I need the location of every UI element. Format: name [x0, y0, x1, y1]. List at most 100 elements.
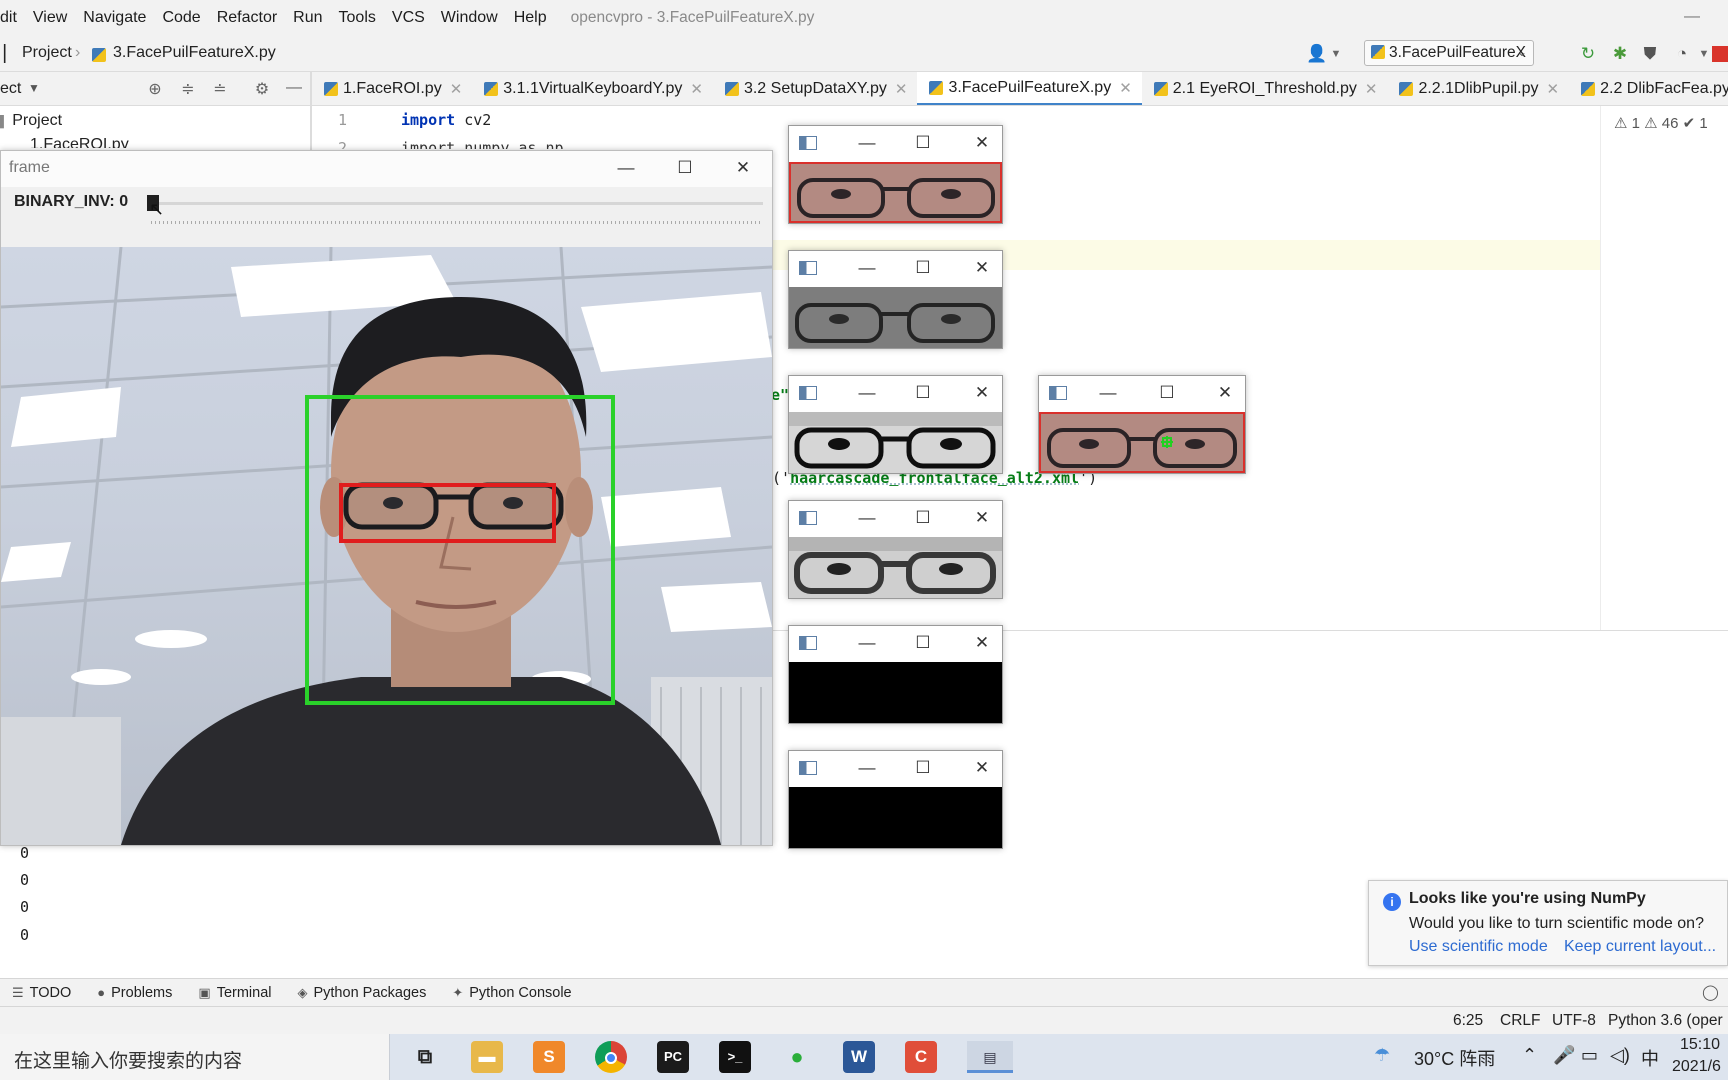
eye-window-morph[interactable]: — ☐ ✕ — [788, 750, 1003, 849]
maximize-icon[interactable]: ☐ — [912, 258, 934, 278]
frame-window[interactable]: frame — ☐ ✕ BINARY_INV: 0 ↖ — [0, 150, 773, 846]
eye-window-color[interactable]: — ☐ ✕ — [788, 125, 1003, 224]
volume-icon[interactable]: ◁) — [1610, 1045, 1630, 1066]
maximize-icon[interactable]: ☐ — [1156, 383, 1178, 403]
close-icon[interactable]: ✕ — [971, 758, 993, 778]
sublime-text-icon[interactable]: S — [533, 1041, 565, 1073]
tool-tab-python-console[interactable]: ✦ Python Console — [452, 985, 571, 1001]
pupil-window[interactable]: — ☐ ✕ — [1038, 375, 1246, 474]
close-icon[interactable]: ✕ — [690, 80, 703, 98]
locate-icon[interactable]: ⊕ — [145, 79, 165, 99]
maximize-icon[interactable]: ☐ — [912, 133, 934, 153]
menu-help[interactable]: Help — [514, 9, 547, 27]
minimize-icon[interactable]: — — [856, 383, 878, 403]
line-separator[interactable]: CRLF — [1500, 1012, 1540, 1030]
menu-run[interactable]: Run — [293, 9, 322, 27]
opencv-window-icon[interactable]: ▤ — [967, 1041, 1013, 1073]
word-icon[interactable]: W — [843, 1041, 875, 1073]
eye-window-titlebar[interactable]: — ☐ ✕ — [789, 126, 1002, 162]
terminal-app-icon[interactable]: >_ — [719, 1041, 751, 1073]
maximize-icon[interactable]: ☐ — [912, 633, 934, 653]
tool-tab-terminal[interactable]: ▣ Terminal — [198, 985, 271, 1001]
project-tree-root[interactable]: ▌ Project — [0, 112, 62, 130]
coverage-icon[interactable]: ⛊ — [1640, 44, 1660, 64]
battery-icon[interactable]: ▭ — [1581, 1045, 1598, 1066]
menu-code[interactable]: Code — [162, 9, 200, 27]
tab-eyeroi-threshold[interactable]: 2.1 EyeROI_Threshold.py ✕ — [1142, 72, 1388, 105]
eye-window-titlebar[interactable]: — ☐ ✕ — [789, 501, 1002, 537]
menu-window[interactable]: Window — [441, 9, 498, 27]
project-panel-title[interactable]: ect — [0, 80, 21, 98]
tool-tab-problems[interactable]: ● Problems — [97, 985, 172, 1001]
close-icon[interactable]: ✕ — [450, 80, 463, 98]
tab-dlibpupil[interactable]: 2.2.1DlibPupil.py ✕ — [1387, 72, 1569, 105]
weather-text[interactable]: 30°C 阵雨 — [1414, 1045, 1495, 1071]
taskbar-search[interactable]: 在这里输入你要搜索的内容 — [0, 1034, 390, 1080]
run-config-select[interactable]: 3.FacePuilFeatureX ⌄ — [1364, 40, 1534, 66]
profile-icon[interactable]: ◔ — [1672, 44, 1692, 64]
clock-time[interactable]: 15:10 — [1680, 1036, 1720, 1054]
project-tree-item[interactable]: 1.FaceROI.py — [30, 136, 129, 148]
close-icon[interactable]: ✕ — [732, 158, 754, 178]
input-method-indicator[interactable]: 中 — [1641, 1045, 1659, 1071]
menu-edit[interactable]: dit — [0, 9, 17, 27]
maximize-icon[interactable]: ☐ — [912, 383, 934, 403]
event-log-icon[interactable]: ◯ — [1702, 983, 1719, 1001]
eye-window-titlebar[interactable]: — ☐ ✕ — [789, 376, 1002, 412]
breadcrumb-file[interactable]: 3.FacePuilFeatureX.py — [113, 44, 276, 62]
chevron-down-icon[interactable]: ▼ — [28, 81, 40, 95]
snip-tool-icon[interactable]: C — [905, 1041, 937, 1073]
maximize-icon[interactable]: ☐ — [912, 508, 934, 528]
menu-navigate[interactable]: Navigate — [83, 9, 146, 27]
tab-virtualkeyboard[interactable]: 3.1.1VirtualKeyboardY.py ✕ — [472, 72, 713, 105]
rerun-icon[interactable]: ↻ — [1578, 44, 1598, 64]
maximize-icon[interactable]: ☐ — [912, 758, 934, 778]
eye-window-titlebar[interactable]: — ☐ ✕ — [789, 626, 1002, 662]
caret-position[interactable]: 6:25 — [1453, 1012, 1483, 1030]
hide-panel-icon[interactable]: — — [284, 79, 304, 99]
eye-window-titlebar[interactable]: — ☐ ✕ — [1039, 376, 1245, 412]
minimize-icon[interactable]: — — [1097, 383, 1119, 403]
close-icon[interactable]: ✕ — [895, 80, 908, 98]
task-view-icon[interactable]: ⧉ — [409, 1041, 441, 1073]
eye-window-blurred[interactable]: — ☐ ✕ — [788, 500, 1003, 599]
code-line-2[interactable]: import numpy as np — [401, 139, 564, 149]
tray-expand-icon[interactable]: ⌃ — [1522, 1045, 1537, 1066]
minimize-icon[interactable]: — — [856, 758, 878, 778]
close-icon[interactable]: ✕ — [1119, 79, 1132, 97]
minimize-icon[interactable]: — — [615, 158, 637, 178]
eye-window-titlebar[interactable]: — ☐ ✕ — [789, 251, 1002, 287]
collapse-all-icon[interactable]: ≐ — [210, 79, 230, 99]
trackbar-groove[interactable] — [151, 202, 763, 205]
minimize-icon[interactable]: — — [856, 258, 878, 278]
frame-window-titlebar[interactable]: frame — ☐ ✕ — [1, 151, 772, 187]
breadcrumb-project[interactable]: Project — [22, 44, 72, 62]
eye-window-binary[interactable]: — ☐ ✕ — [788, 625, 1003, 724]
stop-icon[interactable] — [1712, 46, 1728, 62]
microphone-icon[interactable]: 🎤 — [1553, 1045, 1575, 1066]
menu-view[interactable]: View — [33, 9, 67, 27]
clock-date[interactable]: 2021/6 — [1672, 1058, 1721, 1076]
close-icon[interactable]: ✕ — [971, 258, 993, 278]
pycharm-icon[interactable]: PC — [657, 1041, 689, 1073]
chevron-down-icon[interactable]: ▼ — [1694, 44, 1714, 64]
minimize-icon[interactable]: — — [856, 633, 878, 653]
close-icon[interactable]: ✕ — [971, 633, 993, 653]
code-line-1[interactable]: import cv2 — [401, 111, 491, 129]
chrome-icon[interactable] — [595, 1041, 627, 1073]
file-explorer-icon[interactable]: ▬ — [471, 1041, 503, 1073]
close-icon[interactable]: ✕ — [971, 133, 993, 153]
file-encoding[interactable]: UTF-8 — [1552, 1012, 1596, 1030]
minimize-icon[interactable]: — — [1684, 8, 1700, 26]
gear-icon[interactable]: ⚙ — [252, 79, 272, 99]
menu-refactor[interactable]: Refactor — [217, 9, 277, 27]
eye-window-titlebar[interactable]: — ☐ ✕ — [789, 751, 1002, 787]
eye-window-gray[interactable]: — ☐ ✕ — [788, 250, 1003, 349]
close-icon[interactable]: ✕ — [1365, 80, 1378, 98]
tool-tab-todo[interactable]: ☰ TODO — [12, 985, 71, 1001]
minimize-icon[interactable]: — — [856, 133, 878, 153]
close-icon[interactable]: ✕ — [1547, 80, 1560, 98]
expand-all-icon[interactable]: ≑ — [178, 79, 198, 99]
tab-faceroi[interactable]: 1.FaceROI.py ✕ — [312, 72, 472, 105]
user-icon[interactable]: 👤 — [1306, 44, 1327, 64]
